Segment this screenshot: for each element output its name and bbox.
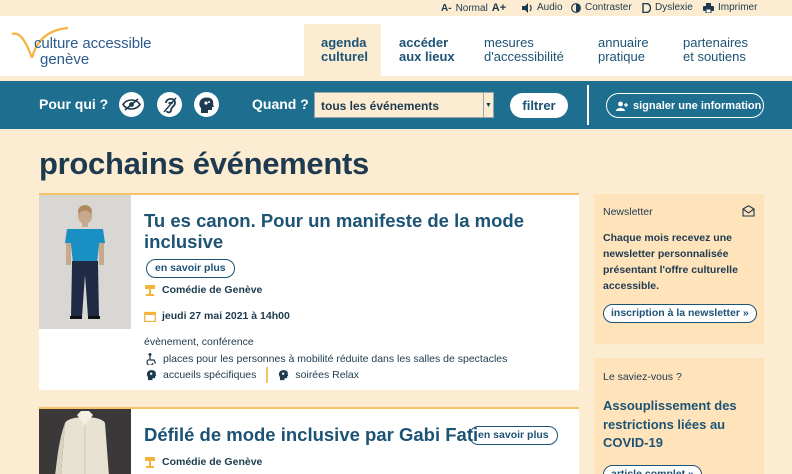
page-title: prochains événements <box>39 146 369 181</box>
period-select[interactable]: tous les événements ▼ <box>314 92 494 118</box>
event-card: Tu es canon. Pour un manifeste de la mod… <box>39 193 579 390</box>
nav-label: partenaires <box>683 35 749 50</box>
print-button[interactable]: Imprimer <box>703 2 757 13</box>
nav-annuaire-pratique[interactable]: annuaire pratique <box>598 24 649 76</box>
user-plus-icon <box>616 101 628 111</box>
filter-divider <box>587 85 589 125</box>
quand-label: Quand ? <box>252 96 309 112</box>
calendar-icon <box>144 311 156 322</box>
dyslexia-label: Dyslexie <box>655 2 693 13</box>
event-photo[interactable] <box>39 195 131 329</box>
access-mobility: places pour les personnes à mobilité réd… <box>146 353 507 365</box>
event-title-line: Tu es canon. Pour un manifeste de la mod… <box>144 210 525 231</box>
filter-button[interactable]: filtrer <box>510 93 568 118</box>
contrast-label: Contraster <box>585 2 632 13</box>
nav-label: aux lieux <box>399 49 455 64</box>
filter-cognitive[interactable] <box>194 92 219 117</box>
event-title-line: inclusive <box>144 231 224 252</box>
filter-visual-impairment[interactable] <box>119 92 144 117</box>
event-photo[interactable] <box>39 409 131 474</box>
access-separator <box>266 367 269 383</box>
print-label: Imprimer <box>718 2 758 13</box>
theater-icon <box>145 284 155 296</box>
info-title[interactable]: Assouplissement des restrictions liées a… <box>603 397 761 453</box>
site-logo[interactable]: culture accessible genève <box>10 20 170 70</box>
text-size-increase[interactable]: A+ <box>492 2 506 14</box>
logo-line-2: genève <box>40 51 90 68</box>
event-title[interactable]: Tu es canon. Pour un manifeste de la mod… <box>144 210 524 252</box>
ear-icon <box>162 97 177 113</box>
nav-partenaires-soutiens[interactable]: partenaires et soutiens <box>683 24 748 76</box>
event-card: Défilé de mode inclusive par Gabi Fati e… <box>39 407 579 474</box>
access-relax-label: soirées Relax <box>295 369 360 381</box>
event-venue-label: Comédie de Genève <box>162 284 263 296</box>
head-icon <box>199 96 214 113</box>
contrast-toggle[interactable]: Contraster <box>571 2 632 13</box>
event-more-button[interactable]: en savoir plus <box>146 259 235 278</box>
nav-label: culturel <box>321 49 368 64</box>
print-icon <box>703 2 714 13</box>
access-features: accueils spécifiques soirées Relax <box>146 367 359 383</box>
nav-label: annuaire <box>598 35 649 50</box>
event-venue-label: Comédie de Genève <box>162 456 263 468</box>
contrast-icon <box>571 2 581 13</box>
nav-label: agenda <box>321 35 367 50</box>
newsletter-text: Chaque mois recevez une newsletter perso… <box>603 232 738 292</box>
text-size-normal[interactable]: Normal <box>456 3 488 14</box>
event-title[interactable]: Défilé de mode inclusive par Gabi Fati <box>144 424 478 445</box>
filter-bar: Pour qui ? Quand ? tous les événements ▼… <box>0 81 792 129</box>
head-icon <box>146 370 157 381</box>
signal-info-button[interactable]: signaler une information <box>606 93 764 118</box>
dyslexia-toggle[interactable]: Dyslexie <box>642 2 693 13</box>
logo-line-1: culture accessible <box>34 35 152 52</box>
audio-toggle[interactable]: Audio <box>522 2 563 13</box>
nav-agenda-culturel[interactable]: agenda culturel <box>304 24 381 76</box>
newsletter-box: Newsletter Chaque mois recevez une newsl… <box>594 194 764 344</box>
text-size-controls: A- Normal A+ <box>441 2 506 14</box>
nav-acceder-aux-lieux[interactable]: accéder aux lieux <box>399 24 455 76</box>
access-welcome-label: accueils spécifiques <box>163 369 257 381</box>
site-header: culture accessible genève agenda culture… <box>0 16 792 76</box>
event-more-button[interactable]: en savoir plus <box>469 426 558 445</box>
info-heading: Le saviez-vous ? <box>603 371 682 383</box>
nav-mesures-accessibilite[interactable]: mesures d'accessibilité <box>484 24 564 76</box>
filter-hearing-impairment[interactable] <box>157 92 182 117</box>
chevron-down-icon: ▼ <box>483 93 493 117</box>
theater-icon <box>145 456 155 468</box>
event-categories: évènement, conférence <box>144 336 254 348</box>
model-figure <box>39 409 131 474</box>
nav-label: accéder <box>399 35 449 50</box>
signal-info-label: signaler une information <box>633 99 762 112</box>
wheelchair-icon <box>146 353 157 365</box>
access-mobility-label: places pour les personnes à mobilité réd… <box>163 353 508 365</box>
nav-label: pratique <box>598 49 645 64</box>
event-date: jeudi 27 mai 2021 à 14h00 <box>144 310 290 322</box>
period-select-value: tous les événements <box>321 99 440 113</box>
dyslexia-icon <box>642 2 651 13</box>
nav-label: d'accessibilité <box>484 49 564 64</box>
nav-label: et soutiens <box>683 49 746 64</box>
audio-label: Audio <box>537 2 563 13</box>
info-article-button[interactable]: article complet » <box>603 465 702 474</box>
pour-qui-label: Pour qui ? <box>39 96 109 112</box>
event-date-label: jeudi 27 mai 2021 à 14h00 <box>162 310 290 322</box>
volume-icon <box>522 2 532 13</box>
head-icon <box>279 370 289 381</box>
event-venue[interactable]: Comédie de Genève <box>144 284 262 296</box>
info-box: Le saviez-vous ? Assouplissement des res… <box>594 358 764 474</box>
newsletter-signup-button[interactable]: inscription à la newsletter » <box>603 304 757 323</box>
utility-bar: A- Normal A+ Audio Contraster Dyslexie I… <box>0 0 792 16</box>
eye-icon <box>122 98 141 111</box>
nav-label: mesures <box>484 35 534 50</box>
text-size-decrease[interactable]: A- <box>441 3 452 14</box>
newsletter-heading: Newsletter <box>603 206 653 218</box>
mail-icon <box>742 205 755 217</box>
model-figure <box>39 195 131 329</box>
event-venue[interactable]: Comédie de Genève <box>144 456 262 468</box>
